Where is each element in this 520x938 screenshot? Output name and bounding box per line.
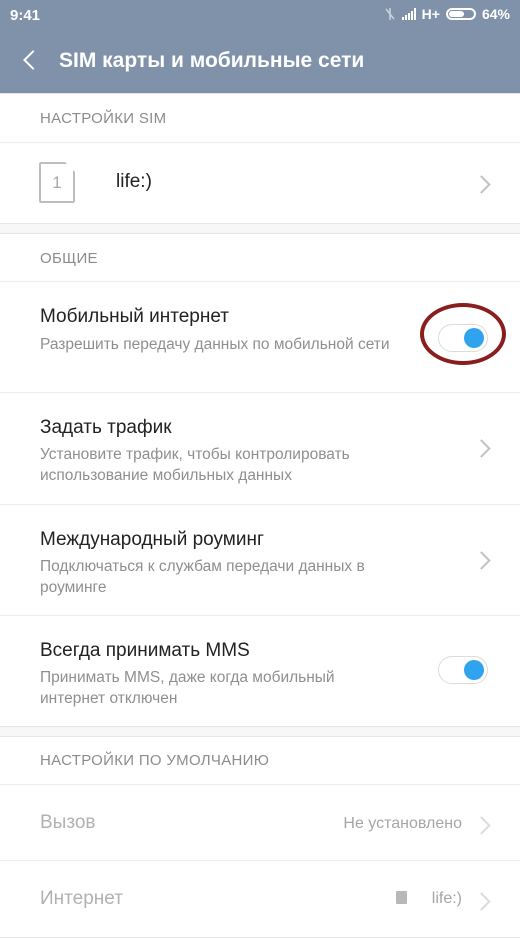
set-traffic-title: Задать трафик <box>40 417 172 438</box>
calls-title: Вызов <box>40 812 96 833</box>
battery-percent: 64% <box>481 6 510 22</box>
default-settings-card: НАСТРОЙКИ ПО УМОЛЧАНИЮ Вызов Не установл… <box>0 736 520 938</box>
sim-carrier-name: life:) <box>116 171 152 192</box>
network-type: H+ <box>421 6 440 22</box>
signal-icon <box>401 8 416 20</box>
internet-value: life:) <box>431 890 462 907</box>
mobile-internet-title: Мобильный интернет <box>40 306 229 327</box>
internet-title: Интернет <box>40 888 123 909</box>
section-header-defaults: НАСТРОЙКИ ПО УМОЛЧАНИЮ <box>40 752 270 769</box>
chevron-right-icon <box>472 816 491 835</box>
sim-small-icon <box>396 891 407 904</box>
chevron-right-icon <box>472 439 491 458</box>
roaming-title: Международный роуминг <box>40 529 264 550</box>
chevron-right-icon <box>472 551 491 570</box>
status-time: 9:41 <box>10 7 41 24</box>
sim-settings-card: НАСТРОЙКИ SIM 1 life:) <box>0 93 520 224</box>
default-internet-row[interactable]: Интернет life:) <box>0 861 520 937</box>
set-traffic-subtitle: Установите трафик, чтобы контролировать … <box>40 446 350 484</box>
page-title: SIM карты и мобильные сети <box>59 49 365 72</box>
no-signal-sim-icon <box>385 8 395 20</box>
app-bar: SIM карты и мобильные сети <box>0 30 520 93</box>
section-header-general: ОБЩИЕ <box>40 250 98 267</box>
chevron-right-icon <box>472 175 491 194</box>
status-bar: 9:41 H+ 64% <box>0 0 520 30</box>
status-icons: H+ 64% <box>384 6 510 22</box>
highlight-circle <box>420 303 506 365</box>
mms-toggle[interactable] <box>438 656 488 684</box>
section-header-sim: НАСТРОЙКИ SIM <box>40 110 167 127</box>
sim-slot-number: 1 <box>52 173 62 192</box>
roaming-subtitle: Подключаться к службам передачи данных в… <box>40 558 365 596</box>
default-calls-row[interactable]: Вызов Не установлено <box>0 785 520 860</box>
mobile-internet-subtitle: Разрешить передачу данных по мобильной с… <box>40 336 390 353</box>
mms-subtitle: Принимать MMS, даже когда мобильный инте… <box>40 669 335 707</box>
sim-card-icon: 1 <box>39 162 75 203</box>
sim-corner-cut <box>65 162 75 172</box>
calls-value: Не установлено <box>343 815 462 832</box>
back-arrow-icon[interactable] <box>23 50 43 70</box>
mms-title: Всегда принимать MMS <box>40 640 250 661</box>
chevron-right-icon <box>472 892 491 911</box>
always-receive-mms-row[interactable]: Всегда принимать MMS Принимать MMS, даже… <box>0 616 520 726</box>
toggle-knob <box>464 660 484 680</box>
international-roaming-row[interactable]: Международный роуминг Подключаться к слу… <box>0 505 520 615</box>
sim-card-row[interactable]: 1 life:) <box>0 143 520 223</box>
set-traffic-row[interactable]: Задать трафик Установите трафик, чтобы к… <box>0 393 520 504</box>
battery-icon <box>445 8 476 20</box>
